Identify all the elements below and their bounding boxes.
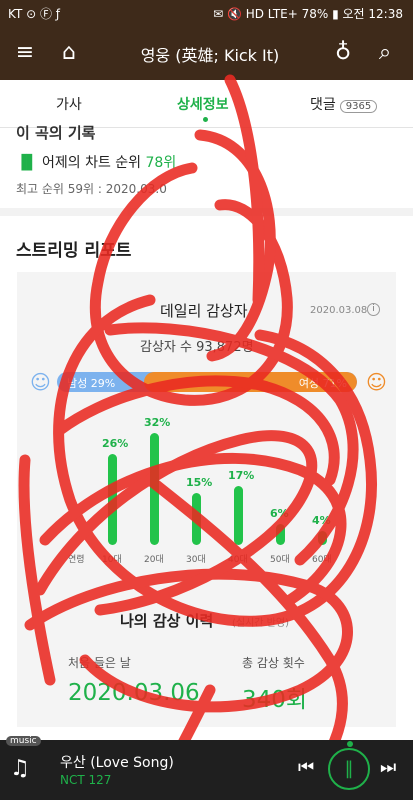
previous-icon[interactable]: ⏮ [298,757,314,778]
track-artist: NCT 127 [60,773,112,787]
progress-dot [347,741,353,747]
next-icon[interactable]: ⏭ [380,757,396,778]
playlist-icon[interactable]: ♫ [10,756,30,781]
mini-player[interactable]: music ♫ 우산 (Love Song) NCT 127 ⏮ ‖ ⏭ [0,736,413,800]
track-title: 우산 (Love Song) [60,755,174,771]
pause-button[interactable]: ‖ [328,748,370,790]
music-badge: music [6,736,41,746]
red-scribble-overlay [18,74,377,800]
